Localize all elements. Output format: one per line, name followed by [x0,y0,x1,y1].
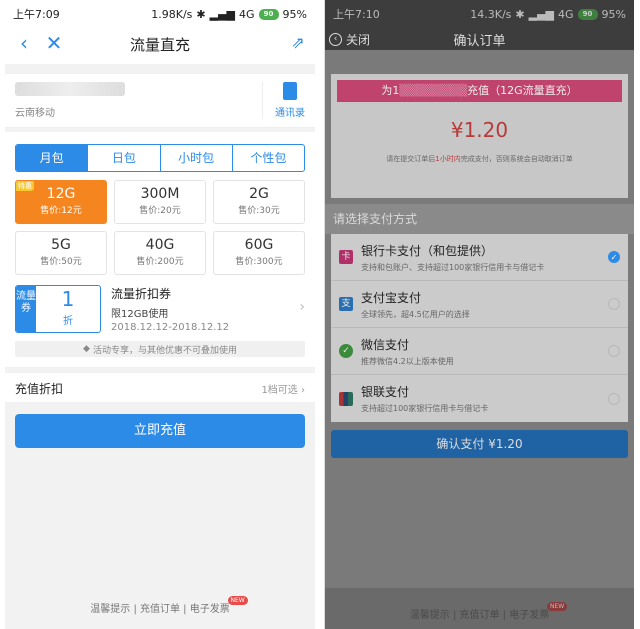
radio-selected-icon[interactable]: ✓ [608,251,620,263]
confirm-order-screen: 上午7:10 14.3K/s ✱ ▂▄▆ 4G 90 95% ‹ 关闭 确认订单 … [324,0,634,629]
package-option[interactable]: 2G 售价:30元 [213,180,305,224]
network-speed: 14.3K/s [470,7,512,21]
contacts-button[interactable]: 通讯录 [262,82,305,119]
page-title: 流量直充 [129,35,190,54]
tab-daily[interactable]: 日包 [88,145,161,171]
battery-icon: 90 [577,8,598,20]
order-hint: 请在提交订单后1小时内完成支付，否则系统会自动取消订单 [386,155,573,163]
status-bar: 上午7:10 14.3K/s ✱ ▂▄▆ 4G 90 95% [325,0,634,28]
alipay-icon: 支 [339,297,353,311]
discount-value: 1档可选 [261,384,298,396]
network-type: 4G [558,7,574,21]
payment-header: 请选择支付方式 [325,204,634,234]
package-option[interactable]: 40G 售价:200元 [114,231,206,275]
recharge-button[interactable]: 立即充值 [15,414,305,448]
order-price: ¥1.20 [450,118,509,142]
bluetooth-icon: ✱ [515,7,525,21]
coupon-note: ◆ 活动专享，与其他优惠不可叠加使用 [15,341,305,357]
order-banner: 为1▒▒▒▒▒▒▒▒充值（12G流量直充） [337,80,622,102]
battery-level: 95% [282,7,307,21]
nav-bar: ‹ ✕ 流量直充 ⇗ [5,28,315,60]
phone-number-input[interactable] [15,82,125,96]
package-option[interactable]: 5G 售价:50元 [15,231,107,275]
coupon-unit: 折 [63,316,73,327]
new-badge: NEW [227,596,248,605]
orders-link[interactable]: 充值订单 [460,610,500,621]
payment-option-unionpay[interactable]: 银联支付 支持超过100家银行信用卡与借记卡 [331,375,628,422]
payment-option-wechat[interactable]: ✓ 微信支付 推荐微信4.2以上版本使用 [331,328,628,375]
chevron-right-icon: › [301,384,305,396]
package-option[interactable]: 特惠 12G 售价:12元 [15,180,107,224]
coupon-dates: 2018.12.12-2018.12.12 [111,322,230,333]
tips-link[interactable]: 温馨提示 [90,604,130,615]
radio-icon[interactable] [608,392,620,405]
carrier-label: 云南移动 [15,108,55,119]
tab-monthly[interactable]: 月包 [16,145,89,171]
invoice-link[interactable]: 电子发票 [509,610,549,621]
order-summary: 为1▒▒▒▒▒▒▒▒充值（12G流量直充） ¥1.20 请在提交订单后1小时内完… [331,74,628,198]
tab-custom[interactable]: 个性包 [233,145,304,171]
bankcard-icon: 卡 [339,250,353,264]
promo-badge: 特惠 [16,181,34,191]
payment-methods: 卡 银行卡支付（和包提供） 支持和包账户、支持超过100家银行信用卡与借记卡 ✓ … [331,234,628,422]
wechat-icon: ✓ [339,344,353,358]
status-bar: 上午7:09 1.98K/s ✱ ▂▄▆ 4G 90 95% [5,0,315,28]
status-time: 上午7:09 [13,8,60,21]
coupon-card: 流量券 1 折 [15,285,101,333]
battery-icon: 90 [258,8,279,20]
new-badge: NEW [547,602,568,611]
coupon-title: 流量折扣券 [111,287,172,301]
contacts-icon [283,82,297,100]
payment-option-alipay[interactable]: 支 支付宝支付 全球领先，超4.5亿用户的选择 [331,281,628,328]
status-time: 上午7:10 [333,8,380,21]
package-tabs: 月包 日包 小时包 个性包 [15,144,305,172]
nav-bar: ‹ 关闭 确认订单 [325,28,634,50]
tag-icon: ◆ [83,344,90,354]
battery-level: 95% [601,7,626,21]
footer-links: 温馨提示 | 充值订单 | 电子发票 NEW [5,596,315,615]
unionpay-icon [339,391,353,406]
invoice-link[interactable]: 电子发票 [190,604,230,615]
account-section: 云南移动 通讯录 [5,74,315,128]
lower-area: 立即充值 温馨提示 | 充值订单 | 电子发票 NEW [5,402,315,629]
discount-row[interactable]: 充值折扣 1档可选 › [5,367,315,403]
footer-links: 温馨提示 | 充值订单 | 电子发票 NEW [325,602,634,621]
signal-icon: ▂▄▆ [209,7,236,21]
confirm-pay-button[interactable]: 确认支付 ¥1.20 [331,430,628,458]
chevron-right-icon: › [299,299,305,315]
coupon-value: 1 [61,287,75,311]
package-grid: 特惠 12G 售价:12元 300M 售价:20元 2G 售价:30元 5G 售… [5,180,315,275]
lower-area: 温馨提示 | 充值订单 | 电子发票 NEW [325,588,634,629]
coupon-row[interactable]: 流量券 1 折 流量折扣券 限12GB使用 2018.12.12-2018.12… [5,275,315,333]
coupon-tag: 流量券 [16,286,36,332]
orders-link[interactable]: 充值订单 [140,604,180,615]
payment-option-bankcard[interactable]: 卡 银行卡支付（和包提供） 支持和包账户、支持超过100家银行信用卡与借记卡 ✓ [331,234,628,281]
contacts-label: 通讯录 [275,108,305,119]
signal-icon: ▂▄▆ [528,7,555,21]
recharge-screen: 上午7:09 1.98K/s ✱ ▂▄▆ 4G 90 95% ‹ ✕ 流量直充 … [5,0,315,629]
bluetooth-icon: ✱ [196,7,206,21]
radio-icon[interactable] [608,298,620,310]
coupon-limit: 限12GB使用 [111,309,169,320]
network-speed: 1.98K/s [151,7,193,21]
package-option[interactable]: 60G 售价:300元 [213,231,305,275]
tab-hourly[interactable]: 小时包 [161,145,233,171]
discount-label: 充值折扣 [15,381,64,396]
package-option[interactable]: 300M 售价:20元 [114,180,206,224]
network-type: 4G [239,7,255,21]
radio-icon[interactable] [608,345,620,357]
share-icon[interactable]: ⇗ [287,32,309,54]
page-title: 确认订单 [453,33,506,49]
tips-link[interactable]: 温馨提示 [410,610,450,621]
